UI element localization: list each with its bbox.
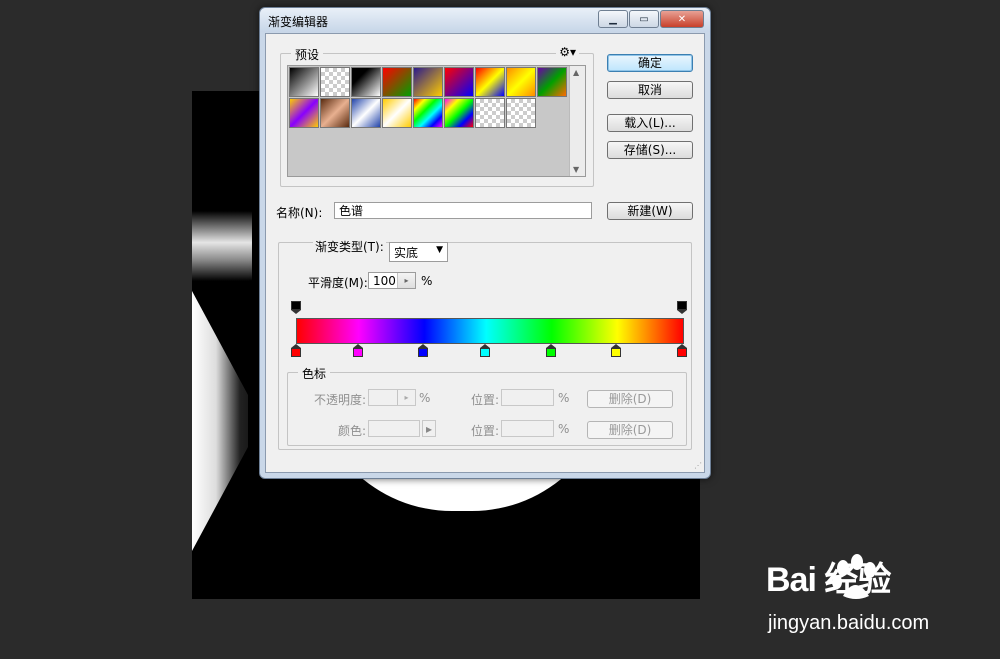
opacity-position-label: 位置: [471,393,500,407]
gradient-editor-dialog: 渐变编辑器 ▁ ▭ ✕ 预设 ⚙▾ ▲ ▼ 确定 取消 载入(L)... 存储(… [259,7,711,479]
opacity-stop[interactable] [677,301,687,315]
presets-group: 预设 ⚙▾ ▲ ▼ [280,45,594,187]
minimize-icon: ▁ [609,13,617,25]
maximize-button[interactable]: ▭ [629,10,659,28]
gradient-type-select[interactable]: 实底 ▼ [389,242,448,262]
preset-swatch[interactable] [382,98,412,128]
smoothness-slider-arrow[interactable]: ▸ [397,273,415,288]
scroll-down-icon[interactable]: ▼ [573,165,579,174]
canvas-artwork-stripe [192,211,252,281]
preset-swatch[interactable] [444,98,474,128]
smoothness-input[interactable]: 100 ▸ [368,272,416,289]
color-picker-arrow[interactable]: ▸ [422,420,436,437]
scroll-up-icon[interactable]: ▲ [573,68,579,77]
preset-swatch[interactable] [289,98,319,128]
color-stop[interactable] [677,344,687,358]
resize-grip-icon[interactable]: ⋰ [694,461,702,470]
cancel-button[interactable]: 取消 [607,81,693,99]
gradient-type-value: 实底 [394,246,419,260]
opacity-input[interactable]: ▸ [368,389,416,406]
preset-swatch[interactable] [351,98,381,128]
watermark-url: jingyan.baidu.com [768,612,930,634]
opacity-position-unit: % [558,391,570,405]
smoothness-value: 100 [373,274,396,288]
preset-swatch[interactable] [475,67,505,97]
ok-button[interactable]: 确定 [607,54,693,72]
opacity-position-input[interactable] [501,389,554,406]
save-button[interactable]: 存储(S)... [607,141,693,159]
opacity-unit: % [419,391,431,405]
opacity-label: 不透明度: [314,393,367,407]
gear-icon[interactable]: ⚙▾ [556,45,579,59]
preset-swatch[interactable] [413,67,443,97]
load-button[interactable]: 载入(L)... [607,114,693,132]
window-controls: ▁ ▭ ✕ [597,10,704,28]
color-stop[interactable] [418,344,429,358]
preset-swatch[interactable] [289,67,319,97]
smoothness-label: 平滑度(M): [308,276,368,290]
preset-swatch[interactable] [506,98,536,128]
preset-swatch[interactable] [506,67,536,97]
gradient-preview-bar[interactable] [296,318,684,344]
preset-swatch[interactable] [351,67,381,97]
color-stop[interactable] [480,344,491,358]
preset-swatch[interactable] [444,67,474,97]
chevron-down-icon: ▼ [436,245,443,255]
smoothness-unit: % [421,274,433,288]
maximize-icon: ▭ [639,13,649,25]
color-position-unit: % [558,422,570,436]
name-input[interactable]: 色谱 [334,202,592,219]
preset-swatch[interactable] [382,67,412,97]
color-stop[interactable] [545,344,556,358]
preset-swatch[interactable] [320,67,350,97]
new-button[interactable]: 新建(W) [607,202,693,220]
name-label: 名称(N): [276,206,323,220]
dialog-title: 渐变编辑器 [268,15,329,29]
color-swatch[interactable] [368,420,420,437]
preset-swatch[interactable] [475,98,505,128]
preset-swatch-list: ▲ ▼ [287,65,586,177]
color-position-input[interactable] [501,420,554,437]
close-button[interactable]: ✕ [660,10,704,28]
preset-scrollbar[interactable]: ▲ ▼ [569,66,585,176]
title-bar[interactable]: 渐变编辑器 ▁ ▭ ✕ [260,8,710,32]
dialog-body: 预设 ⚙▾ ▲ ▼ 确定 取消 载入(L)... 存储(S)... 名称(N):… [265,33,705,473]
preset-swatch[interactable] [537,67,567,97]
presets-label: 预设 [291,46,324,63]
opacity-slider-arrow[interactable]: ▸ [397,390,415,405]
stops-group-label: 色标 [298,365,331,382]
close-icon: ✕ [677,13,687,25]
color-label: 颜色: [338,424,367,438]
preset-swatch[interactable] [413,98,443,128]
baidu-paw-icon [832,554,876,599]
color-position-label: 位置: [471,424,500,438]
delete-opacity-stop-button[interactable]: 删除(D) [587,390,673,408]
color-stop[interactable] [611,344,622,358]
preset-swatch[interactable] [320,98,350,128]
color-stop[interactable] [291,344,301,358]
delete-color-stop-button[interactable]: 删除(D) [587,421,673,439]
opacity-stop[interactable] [291,301,301,315]
color-stop[interactable] [352,344,363,358]
gradient-type-label: 渐变类型(T): [313,238,386,255]
minimize-button[interactable]: ▁ [598,10,628,28]
